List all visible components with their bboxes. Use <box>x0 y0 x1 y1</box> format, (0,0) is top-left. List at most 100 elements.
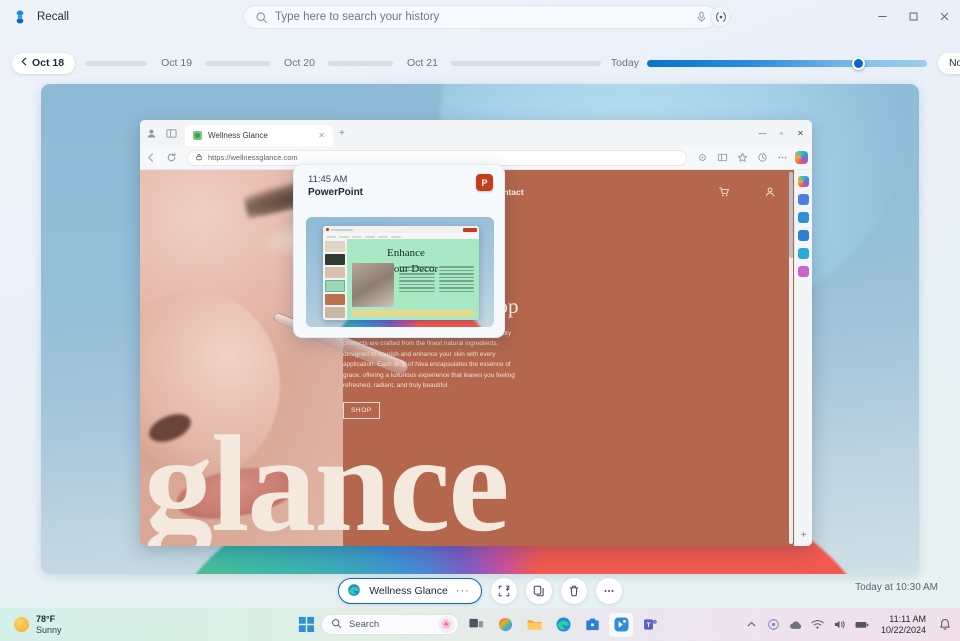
timeline-current-day-label: Oct 18 <box>32 57 64 69</box>
copilot-tray-icon[interactable] <box>767 618 781 632</box>
copilot-icon[interactable] <box>798 176 809 187</box>
microphone-icon[interactable] <box>695 10 708 24</box>
more-horizontal-icon[interactable]: ··· <box>456 585 470 597</box>
trash-icon <box>567 584 581 598</box>
chevron-left-icon[interactable] <box>20 57 28 69</box>
click-to-do-button[interactable] <box>491 578 517 604</box>
sun-icon <box>14 617 29 632</box>
shop-cta-button[interactable]: SHOP <box>343 402 380 419</box>
account-person-icon[interactable] <box>764 186 776 198</box>
powerpoint-icon: P <box>476 174 493 191</box>
timeline-slider[interactable] <box>647 60 927 67</box>
popup-thumbnail[interactable]: Enhance Your Decor <box>306 217 494 327</box>
shopping-cart-icon[interactable] <box>718 186 730 198</box>
taskbar-clock[interactable]: 11:11 AM 10/22/2024 <box>881 614 926 635</box>
slide-footer-band <box>352 310 474 316</box>
timeline-segment[interactable] <box>85 61 147 66</box>
plus-icon[interactable]: + <box>801 530 807 541</box>
timeline-segment[interactable] <box>451 61 601 66</box>
more-options-button[interactable] <box>596 578 622 604</box>
page-scrollbar[interactable] <box>789 172 793 544</box>
browser-toolbar-actions <box>695 150 808 165</box>
onedrive-cloud-icon[interactable] <box>789 618 803 632</box>
battery-icon[interactable] <box>855 618 869 632</box>
sidebar-app-games-icon[interactable] <box>798 266 809 277</box>
popup-header: 11:45 AM PowerPoint P <box>294 165 504 198</box>
timeline-current-day[interactable]: Oct 18 <box>12 53 75 74</box>
taskbar-weather-widget[interactable]: 78°F Sunny <box>14 614 62 635</box>
slide-thumbnail-rail <box>323 239 347 320</box>
maximize-icon[interactable] <box>898 0 929 33</box>
popup-time: 11:45 AM <box>308 174 363 185</box>
close-icon[interactable]: ✕ <box>318 131 325 140</box>
browser-window-controls: — ▫ ✕ <box>753 120 810 146</box>
taskbar-app-task-view[interactable] <box>464 613 488 637</box>
browser-tab-strip: Wellness Glance ✕ + — ▫ ✕ <box>140 120 812 146</box>
timeline-day-label-1[interactable]: Oct 19 <box>161 57 192 69</box>
snapshot-preview-popup[interactable]: 11:45 AM PowerPoint P <box>293 164 505 338</box>
taskbar-app-file-explorer[interactable] <box>522 613 546 637</box>
browser-history-icon[interactable] <box>755 150 770 165</box>
snapshot-action-bar: Wellness Glance ··· <box>0 574 960 608</box>
taskbar-app-store[interactable] <box>580 613 604 637</box>
taskbar-app-teams[interactable]: T <box>638 613 662 637</box>
sidebar-app-office-icon[interactable] <box>798 230 809 241</box>
timeline-slider-thumb[interactable] <box>852 57 865 70</box>
minimize-icon[interactable] <box>867 0 898 33</box>
taskbar-app-edge[interactable] <box>551 613 575 637</box>
volume-icon[interactable] <box>833 618 847 632</box>
wifi-icon[interactable] <box>811 618 825 632</box>
flower-icon[interactable]: 🌸 <box>438 616 455 633</box>
copilot-icon[interactable] <box>795 151 808 164</box>
collections-icon[interactable] <box>715 150 730 165</box>
timeline-day-label-2[interactable]: Oct 20 <box>284 57 315 69</box>
timeline-segment[interactable] <box>205 61 270 66</box>
app-title: Recall <box>37 11 69 23</box>
taskbar-search[interactable]: Search 🌸 <box>321 614 459 635</box>
timeline-segment[interactable] <box>328 61 393 66</box>
maximize-icon[interactable]: ▫ <box>772 129 791 138</box>
refresh-icon[interactable] <box>164 150 179 165</box>
snapshot-app-button[interactable]: Wellness Glance ··· <box>338 578 482 604</box>
more-horizontal-icon[interactable] <box>775 150 790 165</box>
browser-tab[interactable]: Wellness Glance ✕ <box>185 125 333 146</box>
sidebar-bottom: + <box>801 530 807 541</box>
clock-time: 11:11 AM <box>881 614 926 625</box>
taskbar-app-copilot[interactable] <box>493 613 517 637</box>
bell-icon[interactable] <box>938 618 952 632</box>
system-tray: 11:11 AM 10/22/2024 <box>745 614 952 635</box>
sidebar-app-outlook-icon[interactable] <box>798 248 809 259</box>
sidebar-app-search-icon[interactable] <box>798 212 809 223</box>
snapshot-stage[interactable]: Wellness Glance ✕ + — ▫ ✕ <box>41 84 919 574</box>
sidebar-app-shopping-icon[interactable] <box>798 194 809 205</box>
window-controls <box>867 0 960 33</box>
taskbar-search-placeholder: Search <box>349 619 379 630</box>
plus-icon[interactable]: + <box>339 128 345 139</box>
profile-icon[interactable] <box>145 127 158 140</box>
now-button[interactable]: Now <box>938 53 960 74</box>
back-arrow-icon[interactable] <box>144 150 159 165</box>
delete-button[interactable] <box>561 578 587 604</box>
timeline[interactable]: Oct 18 Oct 19 Oct 20 Oct 21 Today Now <box>0 51 960 75</box>
minimize-icon[interactable]: — <box>753 129 772 138</box>
timeline-day-label-3[interactable]: Oct 21 <box>407 57 438 69</box>
search-input[interactable] <box>275 11 695 23</box>
snapshot-timestamp: Today at 10:30 AM <box>855 582 938 593</box>
taskbar-app-recall[interactable] <box>609 613 633 637</box>
slide-image <box>352 263 394 307</box>
weather-temperature: 78°F <box>36 614 62 624</box>
search-bar[interactable] <box>243 5 717 29</box>
close-icon[interactable] <box>929 0 960 33</box>
windows-start-icon[interactable] <box>296 615 316 635</box>
copy-button[interactable] <box>526 578 552 604</box>
split-screen-icon[interactable] <box>165 127 178 140</box>
click-to-do-icon <box>497 584 511 598</box>
show-hidden-icons-icon[interactable] <box>745 618 759 632</box>
close-icon[interactable]: ✕ <box>791 129 810 138</box>
recall-app: Recall <box>0 0 960 641</box>
favorite-star-icon[interactable] <box>735 150 750 165</box>
click-to-do-icon[interactable] <box>710 6 731 27</box>
site-info-icon[interactable] <box>195 153 203 163</box>
browser-essentials-icon[interactable] <box>695 150 710 165</box>
browser-sidebar: + <box>794 170 812 546</box>
